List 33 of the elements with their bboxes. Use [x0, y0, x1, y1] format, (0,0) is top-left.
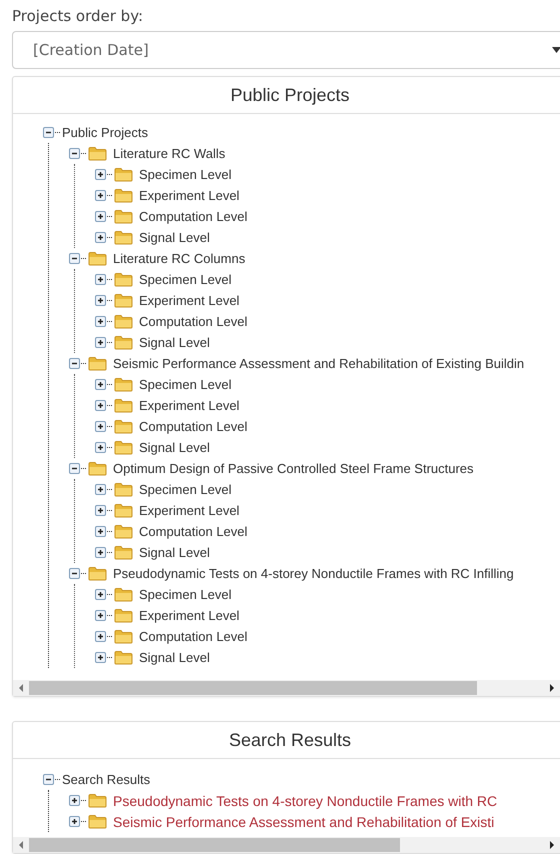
- tree-node-label[interactable]: Computation Level: [139, 524, 248, 539]
- tree-node-label[interactable]: Computation Level: [139, 629, 248, 644]
- tree-node-label[interactable]: Computation Level: [139, 314, 248, 329]
- tree-node-label[interactable]: Optimum Design of Passive Controlled Steel Frame Structures: [113, 461, 474, 476]
- tree-node-label[interactable]: Computation Level: [139, 419, 248, 434]
- tree-node-label[interactable]: Signal Level: [139, 440, 210, 455]
- tree-node-label[interactable]: Computation Level: [139, 209, 248, 224]
- tree-node-label[interactable]: Seismic Performance Assessment and Rehabilitation of Existi: [113, 814, 494, 830]
- tree-node-label[interactable]: Experiment Level: [139, 503, 240, 518]
- tree-node-label[interactable]: Specimen Level: [139, 587, 232, 602]
- tree-node-label[interactable]: Experiment Level: [139, 293, 240, 308]
- tree-node-label[interactable]: Signal Level: [139, 335, 210, 350]
- tree-node-label[interactable]: Specimen Level: [139, 482, 232, 497]
- tree-node-label[interactable]: Signal Level: [139, 545, 210, 560]
- tree-node-label[interactable]: Specimen Level: [139, 377, 232, 392]
- tree-node-label[interactable]: Signal Level: [139, 650, 210, 665]
- panel-title: Search Results: [228, 730, 352, 750]
- order-by-label: Projects order by:: [12, 6, 144, 27]
- tree-node-label[interactable]: Literature RC Columns: [113, 251, 246, 266]
- panel-title: Public Projects: [230, 84, 350, 106]
- tree-node-label[interactable]: Specimen Level: [139, 272, 232, 287]
- tree-node-label[interactable]: Signal Level: [139, 230, 210, 245]
- tree-node-label[interactable]: Experiment Level: [139, 188, 240, 203]
- tree-node-label[interactable]: Experiment Level: [139, 398, 240, 413]
- tree-node-label[interactable]: Pseudodynamic Tests on 4-storey Nonductile Frames with RC: [113, 792, 498, 808]
- tree-node-label[interactable]: Pseudodynamic Tests on 4-storey Nonductile Frames with RC Infilling: [113, 566, 514, 581]
- order-select[interactable]: [Creation Date]: [12, 31, 560, 69]
- tree-node-label[interactable]: Seismic Performance Assessment and Rehabilitation of Existing Buildin: [113, 356, 524, 371]
- tree-node-label[interactable]: Specimen Level: [139, 167, 232, 182]
- tree-node-label[interactable]: Public Projects: [62, 125, 148, 140]
- tree-node-label[interactable]: Literature RC Walls: [113, 146, 226, 161]
- tree-node-label[interactable]: Experiment Level: [139, 608, 240, 623]
- tree-node-label[interactable]: Search Results: [62, 772, 150, 787]
